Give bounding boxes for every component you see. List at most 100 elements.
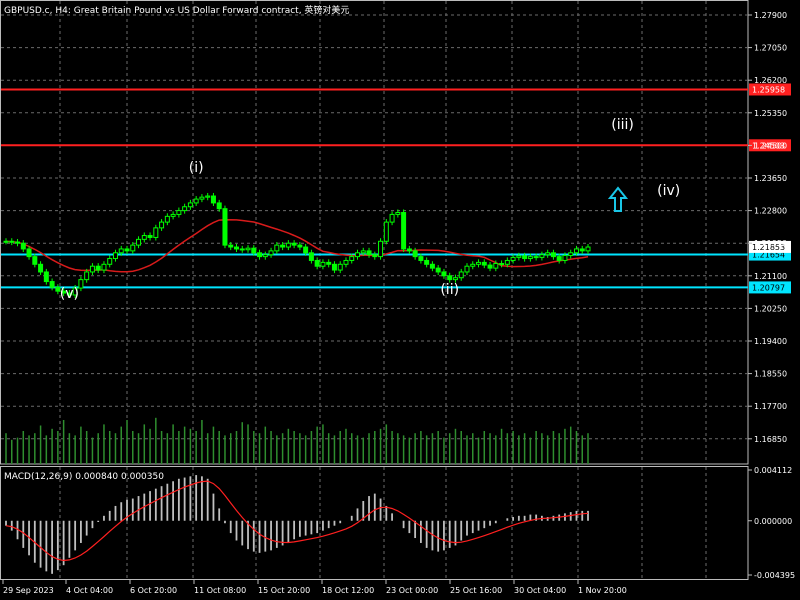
candle-body [43, 271, 49, 283]
time-tick-label: 25 Oct 16:00 [450, 586, 502, 595]
candle-body [452, 277, 458, 281]
macd-pane-frame [0, 466, 749, 580]
price-candles [3, 192, 591, 299]
candle-body [164, 215, 170, 223]
candle-body [343, 259, 349, 265]
candle-body [187, 202, 193, 208]
candle-body [389, 213, 395, 223]
candle-body [470, 263, 476, 267]
candle-body [568, 252, 574, 256]
arrow-up-icon [607, 186, 629, 212]
candle-body [285, 242, 291, 248]
candle-body [268, 250, 274, 256]
macd-tick-label: 0.004112 [754, 466, 792, 475]
candle-body [320, 261, 326, 267]
price-tick-label: 1.24500 [754, 141, 787, 150]
candle-body [3, 240, 9, 243]
candle-body [124, 248, 130, 252]
candle-body [182, 206, 188, 212]
candle-body [401, 212, 407, 250]
time-tick-label: 30 Oct 04:00 [514, 586, 566, 595]
candle-body [210, 195, 216, 204]
candle-body [533, 256, 539, 259]
price-tick-label: 1.27050 [754, 44, 787, 53]
candle-body [481, 261, 487, 266]
price-tick-label: 1.22800 [754, 207, 787, 216]
candle-body [78, 279, 84, 289]
candle-body [573, 248, 579, 254]
candle-body [239, 248, 245, 251]
candle-body [26, 248, 32, 258]
candle-body [424, 259, 430, 265]
candle-body [84, 271, 90, 281]
candle-body [222, 208, 228, 246]
candle-body [378, 240, 384, 258]
candle-body [562, 254, 568, 261]
candle-body [257, 252, 263, 258]
wave-label: (i) [189, 160, 204, 176]
candle-body [458, 271, 464, 279]
time-tick-label: 6 Oct 20:00 [130, 586, 177, 595]
candle-body [539, 254, 545, 258]
candle-body [527, 256, 533, 260]
time-tick-label: 18 Oct 12:00 [322, 586, 374, 595]
price-tick-label: 1.25350 [754, 109, 787, 118]
price-tick-label: 1.21100 [754, 272, 787, 281]
candle-body [493, 263, 499, 269]
price-tick-label: 1.18550 [754, 370, 787, 379]
candle-body [251, 247, 257, 254]
chart-grid [0, 0, 749, 580]
candle-body [308, 252, 314, 261]
macd-panel: 0.004112 0.000000 -0.004395 [5, 466, 795, 580]
time-tick-label: 11 Oct 08:00 [194, 586, 246, 595]
candle-body [556, 256, 562, 261]
candle-body [516, 255, 522, 258]
time-tick-label: 1 Nov 20:00 [578, 586, 627, 595]
candle-body [355, 252, 361, 258]
candle-body [262, 254, 268, 258]
candle-body [435, 267, 441, 273]
candle-body [326, 261, 332, 265]
candle-body [9, 240, 15, 243]
candle-body [233, 246, 239, 250]
wave-label: (ii) [440, 282, 459, 298]
candle-body [141, 235, 147, 240]
candle-body [245, 247, 251, 251]
candle-body [136, 238, 142, 246]
candle-body [193, 198, 199, 204]
candle-body [95, 265, 101, 271]
candle-body [418, 256, 424, 261]
candle-body [476, 261, 482, 265]
price-tick-label: 1.16850 [754, 435, 787, 444]
candle-body [89, 265, 95, 273]
candle-body [504, 259, 510, 265]
candle-body [360, 250, 366, 254]
candle-body [349, 256, 355, 261]
candle-body [303, 246, 309, 254]
candle-body [550, 252, 556, 258]
candle-body [205, 195, 211, 198]
price-tick-label: 1.26200 [754, 76, 787, 85]
candle-body [297, 244, 303, 248]
trading-chart[interactable]: 1.259581.245031.216541.207971.21853 (i)(… [0, 0, 800, 600]
candle-body [176, 210, 182, 215]
macd-tick-label: 0.000000 [754, 517, 792, 526]
price-tick-label: 1.17700 [754, 402, 787, 411]
candle-body [38, 263, 44, 273]
chart-title: GBPUSD.c, H4: Great Britain Pound vs US … [4, 4, 349, 16]
main-pane-frame [0, 0, 749, 465]
price-tick-label: 1.27900 [754, 11, 787, 20]
candle-body [107, 258, 113, 265]
support-lower-tag-label: 1.20797 [752, 283, 785, 292]
candle-body [366, 250, 372, 256]
candle-body [159, 221, 165, 229]
price-tick-label: 1.21950 [754, 239, 787, 248]
macd-title: MACD(12,26,9) 0.000840 0.000350 [4, 472, 164, 482]
candle-body [579, 248, 585, 252]
candle-body [337, 263, 343, 271]
price-tick-label: 1.20250 [754, 304, 787, 313]
wave-label: (iv) [657, 183, 680, 199]
candle-body [395, 212, 401, 215]
candle-body [112, 252, 118, 260]
candle-body [406, 248, 412, 252]
